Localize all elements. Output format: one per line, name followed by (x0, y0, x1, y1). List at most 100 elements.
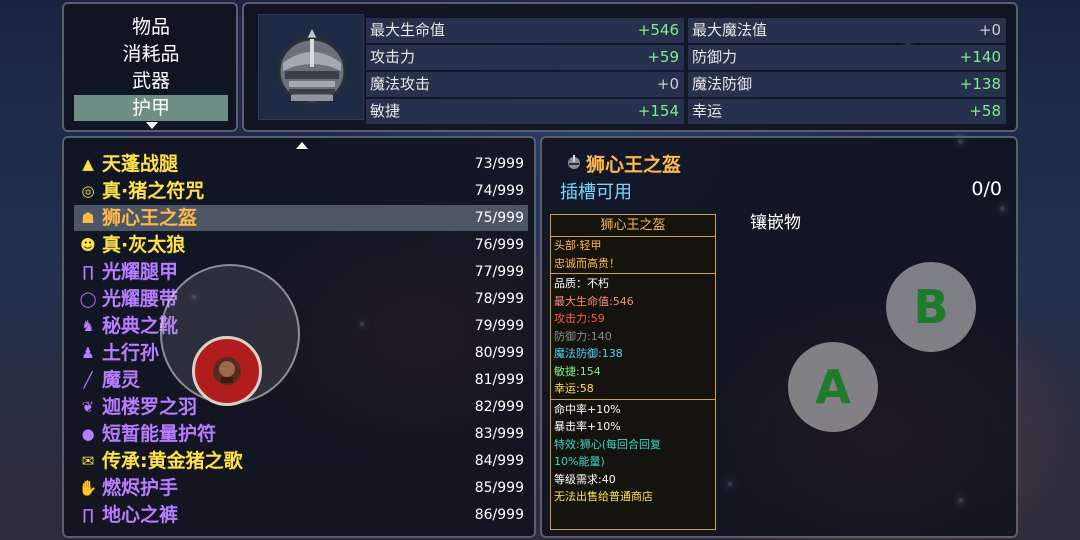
helmet-icon (566, 154, 582, 174)
item-name: 迦楼罗之羽 (102, 396, 198, 418)
stat-label: 防御力 (692, 48, 738, 66)
stat-value: +138 (959, 75, 1001, 93)
item-row[interactable]: ✋ 燃烬护手 85/999 (74, 475, 528, 501)
pants-icon: ∏ (82, 506, 94, 524)
stat-label: 魔法防御 (692, 75, 753, 93)
item-name: 真·灰太狼 (102, 234, 186, 256)
item-count: 73/999 (474, 156, 524, 172)
item-count: 77/999 (474, 264, 524, 280)
stat-label: 敏捷 (370, 102, 401, 120)
tooltip-line: 命中率+10% (554, 402, 621, 416)
wolf-icon: ☻ (80, 236, 96, 254)
item-count: 78/999 (474, 291, 524, 307)
item-row[interactable]: ♟ 土行孙 80/999 (74, 340, 528, 366)
item-tooltip: 狮心王之盔 头部·轻甲 忠诚而高贵！ 品质：不朽 最大生命值:546 攻击力:59 防御力… (550, 214, 716, 530)
scroll-down-arrow-icon[interactable] (146, 122, 158, 129)
tooltip-line: 等级需求:40 (554, 472, 616, 486)
stat-value: +0 (978, 21, 1001, 39)
stat-magic-attack: 魔法攻击 +0 (366, 72, 684, 97)
item-name: 真·猪之符咒 (102, 180, 205, 202)
category-item-items[interactable]: 物品 (74, 14, 228, 40)
item-row[interactable]: ✉ 传承:黄金猪之歌 84/999 (74, 448, 528, 474)
stat-label: 最大魔法值 (692, 21, 768, 39)
item-count: 85/999 (474, 480, 524, 496)
gauntlet-icon: ✋ (78, 479, 98, 497)
item-row[interactable]: ∏ 地心之裤 86/999 (74, 502, 528, 528)
stat-defense: 防御力 +140 (688, 45, 1006, 70)
item-name: 土行孙 (102, 342, 160, 364)
stats-panel: 最大生命值 +546 最大魔法值 +0 攻击力 +59 防御力 +140 魔法攻… (242, 2, 1018, 132)
item-count: 81/999 (474, 372, 524, 388)
item-row[interactable]: ▲ 天蓬战腿 73/999 (74, 151, 528, 177)
item-name: 传承:黄金猪之歌 (102, 450, 243, 472)
boots-icon: ▲ (82, 155, 94, 173)
leggings-icon: ∏ (82, 263, 94, 281)
item-name: 天蓬战腿 (102, 153, 179, 175)
tooltip-line: 最大生命值:546 (554, 294, 634, 308)
tooltip-divider (551, 398, 715, 400)
stat-agility: 敏捷 +154 (366, 99, 684, 124)
stat-value: +140 (959, 48, 1001, 66)
joystick-knob[interactable] (192, 336, 262, 406)
feather-icon: ❦ (81, 398, 95, 416)
item-name: 地心之裤 (102, 504, 179, 526)
tooltip-line: 特效:狮心(每回合回复 (554, 437, 661, 451)
wand-icon: ╱ (83, 371, 93, 389)
stat-max-mp: 最大魔法值 +0 (688, 18, 1006, 43)
tooltip-line: 无法出售给普通商店 (554, 490, 653, 503)
amulet-icon: ◎ (81, 182, 95, 200)
tooltip-line: 幸运:58 (554, 382, 594, 395)
item-count: 84/999 (474, 453, 524, 469)
stat-label: 幸运 (692, 102, 723, 120)
tooltip-divider (551, 273, 715, 274)
item-count: 76/999 (474, 237, 524, 253)
stat-value: +546 (637, 21, 679, 39)
tooltip-line: 魔法防御:138 (554, 347, 623, 360)
item-row[interactable]: ◯ 光耀腰带 78/999 (74, 286, 528, 312)
action-button-b[interactable]: B (886, 262, 976, 352)
stat-magic-defense: 魔法防御 +138 (688, 72, 1006, 97)
orb-icon: ● (81, 425, 95, 443)
stat-value: +0 (656, 75, 679, 93)
stat-value: +58 (969, 102, 1001, 120)
item-count: 74/999 (474, 183, 524, 199)
category-item-weapons[interactable]: 武器 (74, 68, 228, 94)
socket-available-label: 插槽可用 (560, 182, 632, 203)
boots-icon: ♞ (81, 317, 95, 335)
item-count: 75/999 (474, 210, 524, 226)
tooltip-line: 攻击力:59 (554, 312, 605, 325)
item-count: 79/999 (474, 318, 524, 334)
socket-count: 0/0 (971, 178, 1002, 200)
item-row[interactable]: ∏ 光耀腿甲 77/999 (74, 259, 528, 285)
belt-icon: ◯ (79, 290, 97, 308)
tooltip-line: 10%能量) (554, 455, 605, 468)
inlay-label[interactable]: 镶嵌物 (750, 208, 801, 233)
category-item-armor[interactable]: 护甲 (74, 95, 228, 121)
boot-icon: ♟ (81, 344, 95, 362)
action-button-a[interactable]: A (788, 342, 878, 432)
tooltip-line: 头部·轻甲 (554, 239, 602, 252)
tooltip-line: 忠诚而高贵！ (554, 256, 620, 270)
item-row[interactable]: ❦ 迦楼罗之羽 82/999 (74, 394, 528, 420)
item-count: 83/999 (474, 426, 524, 442)
stat-luck: 幸运 +58 (688, 99, 1006, 124)
item-row[interactable]: ╱ 魔灵 81/999 (74, 367, 528, 393)
item-row[interactable]: ☗ 狮心王之盔 75/999 (74, 205, 528, 231)
scroll-up-arrow-icon[interactable] (296, 142, 308, 149)
stat-value: +59 (647, 48, 679, 66)
item-name: 短暂能量护符 (102, 423, 217, 445)
category-item-consumables[interactable]: 消耗品 (74, 41, 228, 67)
detail-item-name: 狮心王之盔 (586, 154, 682, 176)
stat-max-hp: 最大生命值 +546 (366, 18, 684, 43)
stat-attack: 攻击力 +59 (366, 45, 684, 70)
item-name: 光耀腿甲 (102, 261, 179, 283)
helmet-preview-icon (258, 14, 364, 120)
item-count: 82/999 (474, 399, 524, 415)
stat-label: 攻击力 (370, 48, 416, 66)
item-row[interactable]: ◎ 真·猪之符咒 74/999 (74, 178, 528, 204)
item-name: 魔灵 (102, 369, 141, 391)
item-row[interactable]: ☻ 真·灰太狼 76/999 (74, 232, 528, 258)
stat-value: +154 (637, 102, 679, 120)
item-row[interactable]: ♞ 秘典之靴 79/999 (74, 313, 528, 339)
item-row[interactable]: ● 短暂能量护符 83/999 (74, 421, 528, 447)
